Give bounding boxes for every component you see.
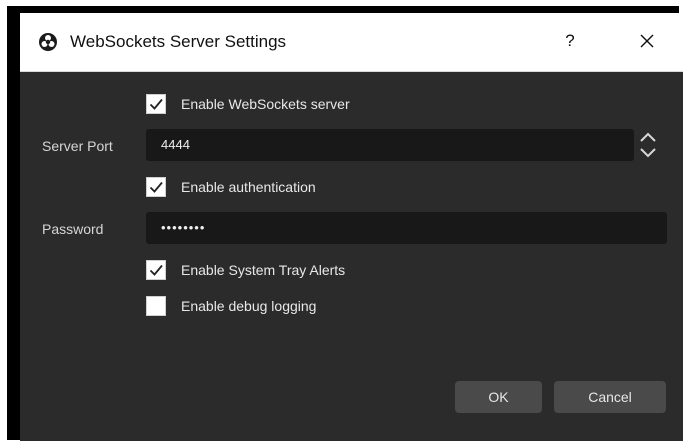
- password-label: Password: [42, 221, 104, 237]
- spin-up-button[interactable]: [636, 129, 660, 145]
- password-input[interactable]: ••••••••: [146, 212, 667, 244]
- enable-websockets-server-label: Enable WebSockets server: [181, 96, 350, 112]
- server-port-input[interactable]: 4444: [146, 129, 634, 161]
- ok-button[interactable]: OK: [455, 381, 542, 413]
- screenshot-frame: WebSockets Server Settings ? Enable WebS…: [7, 6, 683, 441]
- checkbox-box[interactable]: [146, 177, 166, 197]
- spin-down-button[interactable]: [636, 145, 660, 161]
- chevron-down-icon: [636, 148, 660, 165]
- enable-debug-logging-label: Enable debug logging: [181, 298, 317, 314]
- checkbox-box[interactable]: [146, 296, 166, 316]
- obs-logo-icon: [39, 33, 57, 51]
- server-port-spinner: [636, 129, 660, 161]
- enable-system-tray-alerts-label: Enable System Tray Alerts: [181, 262, 346, 278]
- enable-debug-logging-checkbox[interactable]: Enable debug logging: [146, 294, 316, 318]
- enable-authentication-checkbox[interactable]: Enable authentication: [146, 175, 316, 199]
- check-icon: [147, 178, 165, 196]
- check-icon: [147, 261, 165, 279]
- checkbox-box[interactable]: [146, 94, 166, 114]
- dialog-title: WebSockets Server Settings: [70, 32, 287, 51]
- server-port-label: Server Port: [42, 138, 113, 154]
- checkbox-box[interactable]: [146, 260, 166, 280]
- help-button[interactable]: ?: [553, 26, 587, 56]
- close-button[interactable]: [630, 26, 664, 56]
- close-icon: [630, 34, 664, 60]
- title-bar: WebSockets Server Settings ?: [20, 13, 683, 72]
- check-icon: [147, 95, 165, 113]
- enable-websockets-server-checkbox[interactable]: Enable WebSockets server: [146, 92, 350, 116]
- enable-authentication-label: Enable authentication: [181, 179, 316, 195]
- settings-dialog: WebSockets Server Settings ? Enable WebS…: [20, 13, 683, 441]
- cancel-button[interactable]: Cancel: [554, 381, 666, 413]
- enable-system-tray-alerts-checkbox[interactable]: Enable System Tray Alerts: [146, 258, 345, 282]
